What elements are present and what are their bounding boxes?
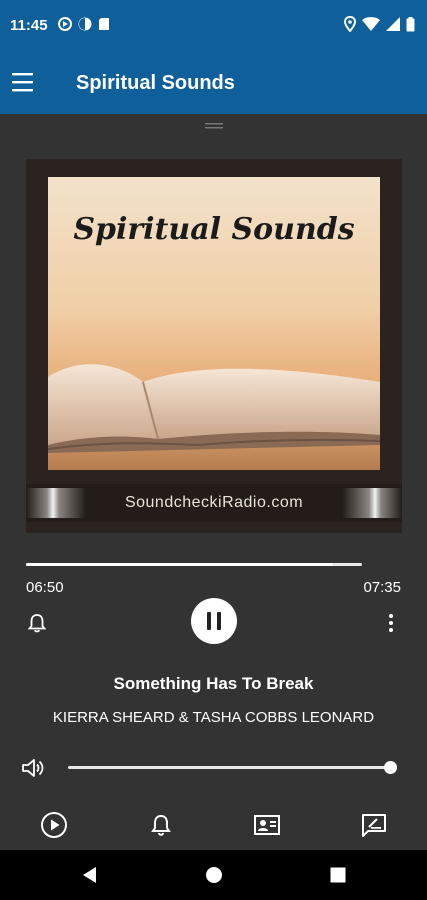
feedback-icon	[362, 814, 386, 837]
drag-handle-icon[interactable]	[205, 122, 223, 130]
volume-icon[interactable]	[20, 755, 46, 781]
status-icons-right	[344, 16, 415, 32]
status-time: 11:45	[10, 17, 48, 34]
media-play-icon	[58, 17, 72, 31]
progress-bar[interactable]	[26, 563, 362, 566]
hamburger-menu-icon	[12, 73, 33, 92]
bottom-nav	[0, 800, 427, 850]
recents-icon[interactable]	[328, 865, 348, 885]
song-title: Something Has To Break	[113, 674, 314, 693]
status-bar: 11:45	[0, 0, 427, 52]
album-art: Spiritual Sounds SoundcheckiRadio.com	[26, 159, 402, 533]
battery-icon	[406, 16, 415, 31]
menu-button[interactable]	[11, 70, 35, 94]
location-icon	[344, 16, 356, 32]
nav-feedback-button[interactable]	[359, 810, 389, 840]
contact-card-icon	[254, 815, 280, 835]
open-book-image	[48, 364, 380, 470]
progress-fill	[26, 563, 334, 566]
system-nav-bar	[0, 850, 427, 900]
volume-slider[interactable]	[68, 761, 397, 774]
artist-name: KIERRA SHEARD & TASHA COBBS LEONARD	[52, 709, 375, 726]
nav-contact-button[interactable]	[252, 810, 282, 840]
album-art-banner: SoundcheckiRadio.com	[26, 484, 402, 522]
more-options-icon[interactable]	[384, 612, 398, 634]
volume-slider-thumb[interactable]	[384, 761, 397, 774]
total-time: 07:35	[363, 579, 401, 596]
pause-icon-bar-left	[207, 612, 211, 630]
album-art-image: Spiritual Sounds	[48, 177, 380, 470]
album-art-banner-text: SoundcheckiRadio.com	[124, 494, 304, 511]
status-icons-left	[58, 17, 110, 31]
wifi-icon	[362, 17, 380, 31]
pause-button[interactable]	[191, 598, 237, 644]
app-bar: Spiritual Sounds	[0, 52, 427, 114]
current-time: 06:50	[26, 579, 64, 596]
bell-icon	[151, 814, 171, 836]
home-icon[interactable]	[204, 865, 224, 885]
alarm-bell-icon[interactable]	[28, 613, 46, 633]
back-icon[interactable]	[80, 865, 100, 885]
nav-alarm-button[interactable]	[146, 810, 176, 840]
nav-player-button[interactable]	[39, 810, 69, 840]
sd-card-icon	[99, 18, 109, 30]
signal-icon	[386, 17, 400, 31]
data-saver-icon	[78, 17, 92, 31]
pause-icon-bar-right	[217, 612, 221, 630]
app-title: Spiritual Sounds	[76, 72, 235, 94]
play-circle-icon	[41, 812, 67, 838]
